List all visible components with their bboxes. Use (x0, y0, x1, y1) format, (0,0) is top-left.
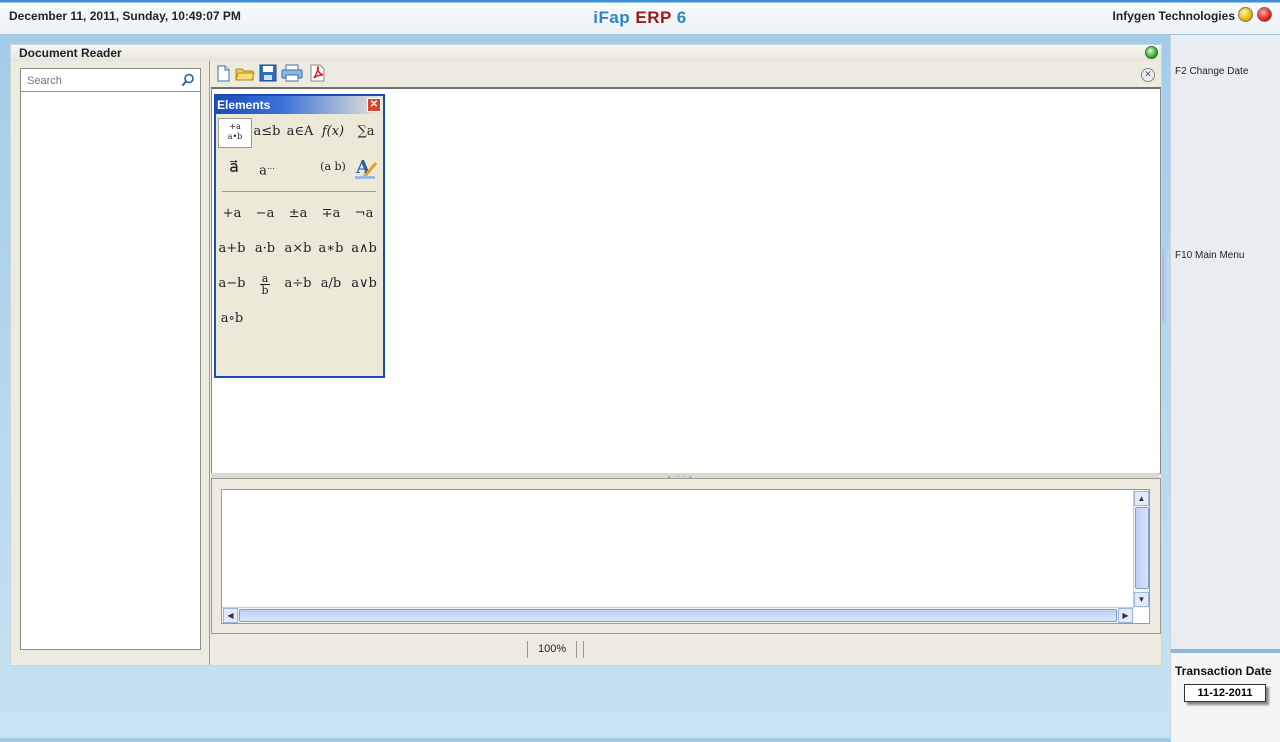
company-name: Infygen Technologies (1112, 9, 1235, 23)
operator-a-star-b[interactable]: a∗b (315, 235, 347, 263)
minimize-icon[interactable] (1238, 7, 1253, 22)
scroll-down-icon[interactable]: ▼ (1134, 592, 1149, 607)
document-reader-window: Document Reader Search ✕ Elements ✕ +a a… (10, 44, 1162, 666)
open-folder-icon[interactable] (235, 64, 255, 82)
operator-a-minus-b[interactable]: a−b (216, 270, 248, 298)
document-toolbar: ✕ (211, 61, 1159, 86)
top-bar: December 11, 2011, Sunday, 10:49:07 PM i… (0, 0, 1280, 35)
f2-change-date-shortcut[interactable]: F2 Change Date (1175, 66, 1248, 77)
status-divider (583, 641, 584, 658)
set-operations-category[interactable]: a∈A (284, 118, 316, 146)
relations-category[interactable]: a≤b (251, 118, 283, 146)
operator-a-div-b[interactable]: a÷b (282, 270, 314, 298)
command-area: ▲ ▼ ◀ ▶ (211, 478, 1161, 634)
operators-category[interactable]: ∑a (350, 118, 382, 146)
elements-panel: Elements ✕ +a a•b a≤b a∈A f(x) ∑a a⃗ a… (… (214, 94, 385, 378)
svg-text:A: A (355, 157, 371, 178)
elements-title: Elements (217, 98, 271, 112)
search-icon[interactable] (181, 73, 195, 87)
elements-close-icon[interactable]: ✕ (367, 98, 381, 112)
save-icon[interactable] (258, 64, 278, 82)
operator-a-dot-b[interactable]: a·b (249, 235, 281, 263)
operator-plus-minus-a[interactable]: ±a (282, 200, 314, 228)
scroll-right-icon[interactable]: ▶ (1118, 608, 1133, 623)
app-brand: iFap ERP 6 (0, 8, 1280, 28)
vertical-scroll-thumb[interactable] (1135, 507, 1149, 589)
elements-divider (222, 191, 376, 192)
transaction-date-box: Transaction Date 11-12-2011 (1171, 649, 1280, 742)
export-pdf-icon[interactable] (307, 64, 327, 82)
scroll-up-icon[interactable]: ▲ (1134, 491, 1149, 506)
operator-not-a[interactable]: ¬a (348, 200, 380, 228)
zoom-level[interactable]: 100% (527, 641, 578, 658)
others-category[interactable]: a… (251, 153, 283, 181)
window-title: Document Reader (19, 46, 122, 60)
functions-category[interactable]: f(x) (317, 118, 349, 146)
pane-divider[interactable] (209, 61, 210, 665)
operator-a-circ-b[interactable]: a∘b (216, 305, 248, 333)
vertical-scrollbar[interactable]: ▲ ▼ (1133, 490, 1149, 608)
status-bar: 100% (211, 633, 1159, 661)
horizontal-scrollbar[interactable]: ◀ ▶ (222, 607, 1134, 623)
window-title-bar: Document Reader (11, 45, 1161, 61)
operator-minus-plus-a[interactable]: ∓a (315, 200, 347, 228)
print-icon[interactable] (281, 64, 303, 82)
search-input[interactable] (25, 72, 179, 89)
formats-category-icon[interactable]: A (350, 153, 382, 181)
brand-erp: ERP (635, 8, 672, 27)
transaction-date-label: Transaction Date (1175, 664, 1272, 678)
brackets-category[interactable]: (a b) (317, 153, 349, 181)
operator-a-or-b[interactable]: a∨b (348, 270, 380, 298)
right-panel: F2 Change Date F10 Main Menu Transaction… (1159, 35, 1280, 742)
unary-binary-operators-category[interactable]: +a a•b (218, 118, 252, 148)
brand-name: iFap (593, 8, 631, 27)
toolbar-close-icon[interactable]: ✕ (1141, 68, 1155, 82)
command-editor[interactable]: ▲ ▼ ◀ ▶ (221, 489, 1150, 624)
operator-a-times-b[interactable]: a×b (282, 235, 314, 263)
transaction-date-value[interactable]: 11-12-2011 (1184, 684, 1266, 702)
attributes-category[interactable]: a⃗ (218, 153, 250, 181)
horizontal-scroll-thumb[interactable] (239, 609, 1117, 622)
new-document-icon[interactable] (213, 64, 233, 82)
f10-main-menu-shortcut[interactable]: F10 Main Menu (1175, 250, 1244, 261)
status-indicator-icon[interactable] (1145, 46, 1158, 59)
operator-fraction-a-over-b[interactable]: ab (249, 270, 281, 298)
operator-plus-a[interactable]: +a (216, 200, 248, 228)
search-box (21, 69, 200, 92)
document-list-pane (20, 68, 201, 650)
operator-a-slash-b[interactable]: a/b (315, 270, 347, 298)
operator-a-and-b[interactable]: a∧b (348, 235, 380, 263)
operator-minus-a[interactable]: −a (249, 200, 281, 228)
close-app-icon[interactable] (1257, 7, 1272, 22)
elements-title-bar[interactable]: Elements ✕ (216, 96, 383, 114)
formula-canvas[interactable]: Elements ✕ +a a•b a≤b a∈A f(x) ∑a a⃗ a… (… (211, 87, 1161, 474)
scroll-left-icon[interactable]: ◀ (223, 608, 238, 623)
brand-version: 6 (676, 8, 687, 27)
operator-a-plus-b[interactable]: a+b (216, 235, 248, 263)
